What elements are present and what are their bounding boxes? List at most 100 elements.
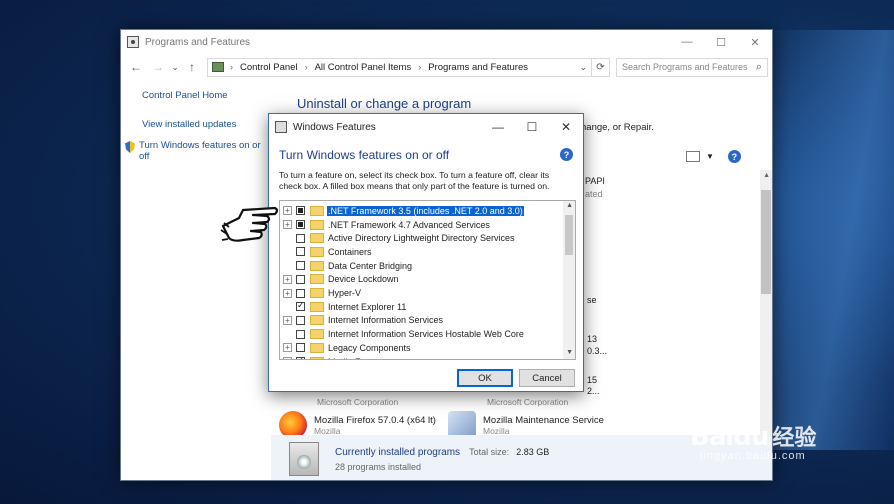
minimize-button[interactable]: — bbox=[670, 30, 704, 54]
uac-shield-icon bbox=[125, 141, 135, 153]
expand-plus-icon[interactable]: + bbox=[283, 357, 292, 359]
program-name-fragment: se bbox=[587, 295, 597, 305]
folder-icon bbox=[310, 315, 324, 326]
up-arrow-icon[interactable]: ↑ bbox=[181, 60, 203, 74]
expander-spacer bbox=[283, 261, 292, 271]
feature-checkbox[interactable] bbox=[296, 247, 305, 257]
feature-row[interactable]: Containers bbox=[280, 245, 373, 259]
ok-button[interactable]: OK bbox=[457, 369, 513, 387]
feature-checkbox[interactable] bbox=[296, 343, 305, 353]
maximize-button[interactable]: ☐ bbox=[515, 120, 549, 134]
baidu-watermark: Baidu 经验 jingyan.baidu.com bbox=[690, 420, 816, 462]
view-dropdown-icon[interactable]: ▼ bbox=[706, 152, 714, 161]
feature-label: Legacy Components bbox=[328, 342, 411, 353]
control-panel-icon bbox=[127, 36, 139, 48]
breadcrumb-control-panel[interactable]: Control Panel bbox=[240, 62, 298, 73]
address-bar[interactable]: › Control Panel › All Control Panel Item… bbox=[207, 57, 592, 77]
watermark-cn-text: 经验 bbox=[772, 425, 817, 450]
expand-plus-icon[interactable]: + bbox=[283, 288, 292, 298]
scroll-up-arrow-icon[interactable]: ▲ bbox=[763, 172, 770, 179]
expand-plus-icon[interactable]: + bbox=[283, 220, 292, 230]
program-publisher: Microsoft Corporation bbox=[487, 397, 569, 407]
scroll-down-arrow-icon[interactable]: ▼ bbox=[566, 349, 573, 356]
cancel-button[interactable]: Cancel bbox=[519, 369, 575, 387]
feature-label: Media Features bbox=[327, 357, 392, 359]
dialog-instructions: To turn a feature on, select its check b… bbox=[279, 170, 550, 191]
feature-checkbox[interactable] bbox=[296, 220, 305, 230]
feature-checkbox[interactable] bbox=[296, 355, 305, 359]
back-arrow-icon[interactable]: ← bbox=[125, 60, 147, 74]
expand-plus-icon[interactable]: + bbox=[283, 274, 292, 284]
folder-icon bbox=[310, 274, 324, 285]
sidebar-item-control-panel-home[interactable]: Control Panel Home bbox=[142, 90, 272, 101]
help-icon[interactable]: ? bbox=[727, 150, 741, 163]
feature-checkbox[interactable] bbox=[296, 329, 305, 339]
feature-checkbox[interactable] bbox=[296, 288, 305, 298]
watermark-url: jingyan.baidu.com bbox=[700, 450, 806, 462]
breadcrumb-all-items[interactable]: All Control Panel Items bbox=[315, 62, 412, 73]
features-scrollbar-thumb[interactable] bbox=[565, 215, 573, 255]
feature-checkbox[interactable] bbox=[296, 300, 305, 312]
search-input[interactable]: Search Programs and Features ⌕ bbox=[616, 57, 768, 77]
folder-icon bbox=[310, 342, 324, 353]
scroll-up-arrow-icon[interactable]: ▲ bbox=[566, 202, 573, 209]
minimize-button[interactable]: — bbox=[481, 120, 515, 134]
feature-row[interactable]: Data Center Bridging bbox=[280, 259, 413, 273]
refresh-icon[interactable]: ⟳ bbox=[592, 57, 610, 77]
feature-row[interactable]: Active Directory Lightweight Directory S… bbox=[280, 231, 516, 245]
control-panel-folder-icon bbox=[212, 62, 224, 72]
feature-checkbox[interactable] bbox=[296, 233, 305, 243]
program-count: 28 programs installed bbox=[335, 461, 422, 472]
folder-icon bbox=[310, 329, 324, 340]
sidebar-item-installed-updates[interactable]: View installed updates bbox=[142, 119, 272, 130]
sidebar-item-windows-features[interactable]: Turn Windows features on or off bbox=[139, 140, 272, 162]
program-name-fragment: 13 bbox=[587, 334, 598, 344]
expand-plus-icon[interactable]: + bbox=[283, 315, 292, 325]
expander-spacer bbox=[283, 329, 292, 339]
expand-plus-icon[interactable]: + bbox=[283, 343, 292, 353]
folder-icon bbox=[310, 246, 324, 257]
feature-row[interactable]: Internet Information Services Hostable W… bbox=[280, 327, 525, 341]
feature-row[interactable]: + Legacy Components bbox=[280, 341, 412, 355]
close-button[interactable]: ✕ bbox=[738, 30, 772, 54]
feature-row[interactable]: + Device Lockdown bbox=[280, 273, 400, 287]
search-icon: ⌕ bbox=[755, 60, 762, 73]
feature-row[interactable]: + Media Features bbox=[280, 355, 392, 359]
program-publisher: Microsoft Corporation bbox=[317, 397, 399, 407]
desktop-wallpaper-glow bbox=[764, 30, 894, 450]
installed-programs-icon bbox=[289, 441, 319, 476]
help-icon[interactable]: ? bbox=[560, 148, 573, 161]
recent-locations-chevron-icon[interactable]: ⌄ bbox=[169, 62, 181, 73]
expand-plus-icon[interactable]: + bbox=[283, 206, 292, 216]
maximize-button[interactable]: ☐ bbox=[704, 30, 738, 54]
feature-label: Internet Information Services Hostable W… bbox=[328, 329, 524, 340]
feature-checkbox[interactable] bbox=[296, 274, 305, 284]
feature-row[interactable]: + Internet Information Services bbox=[280, 314, 444, 328]
folder-icon bbox=[310, 301, 324, 312]
feature-row[interactable]: + .NET Framework 4.7 Advanced Services bbox=[280, 218, 491, 232]
feature-row[interactable]: + .NET Framework 3.5 (includes .NET 2.0 a… bbox=[280, 204, 524, 218]
feature-checkbox[interactable] bbox=[296, 315, 305, 325]
scrollbar-thumb[interactable] bbox=[761, 190, 771, 294]
feature-checkbox[interactable] bbox=[296, 261, 305, 271]
feature-row[interactable]: + Hyper-V bbox=[280, 286, 362, 300]
address-dropdown-icon[interactable]: ⌄ bbox=[579, 62, 587, 73]
pf-titlebar: Programs and Features — ☐ ✕ bbox=[121, 30, 772, 54]
breadcrumb-programs-features[interactable]: Programs and Features bbox=[428, 62, 528, 73]
close-button[interactable]: ✕ bbox=[549, 120, 583, 134]
forward-arrow-icon[interactable]: → bbox=[147, 60, 169, 74]
feature-checkbox[interactable] bbox=[296, 206, 305, 216]
sidebar: Control Panel Home View installed update… bbox=[125, 90, 272, 172]
feature-label: .NET Framework 3.5 (includes .NET 2.0 an… bbox=[327, 205, 524, 216]
view-options-icon[interactable] bbox=[686, 151, 700, 162]
page-title: Uninstall or change a program bbox=[297, 96, 472, 111]
feature-row[interactable]: Internet Explorer 11 bbox=[280, 300, 407, 314]
program-name: Mozilla Maintenance Service bbox=[483, 414, 604, 426]
expander-spacer bbox=[283, 247, 292, 257]
folder-icon bbox=[310, 260, 324, 271]
dialog-heading: Turn Windows features on or off bbox=[279, 148, 450, 162]
baidu-logo: Baidu bbox=[690, 422, 769, 452]
expander-spacer bbox=[283, 233, 292, 243]
search-placeholder: Search Programs and Features bbox=[622, 62, 748, 72]
program-name: Mozilla Firefox 57.0.4 (x64 lt) bbox=[314, 414, 436, 426]
